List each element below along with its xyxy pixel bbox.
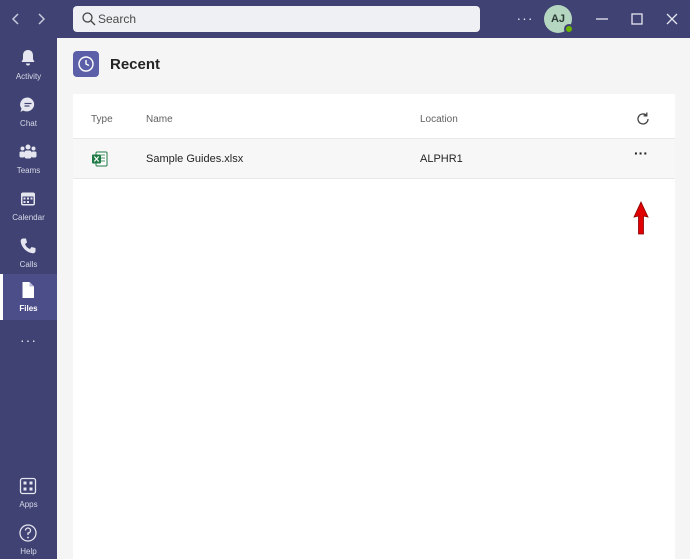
- bell-icon: [21, 50, 35, 66]
- help-icon: [19, 524, 37, 542]
- rail-item-help[interactable]: Help: [0, 517, 57, 559]
- more-options-button[interactable]: ···: [630, 146, 652, 163]
- teams-icon: [19, 144, 37, 159]
- rail-item-teams[interactable]: Teams: [0, 136, 57, 182]
- excel-icon: [92, 151, 108, 167]
- file-location: ALPHR1: [420, 153, 463, 165]
- rail-item-chat[interactable]: Chat: [0, 89, 57, 135]
- rail-item-files[interactable]: Files: [0, 274, 57, 320]
- back-button[interactable]: [6, 9, 26, 29]
- close-icon: [666, 13, 678, 25]
- phone-icon: [20, 238, 36, 254]
- column-header-name[interactable]: Name: [146, 114, 173, 125]
- rail-item-calendar[interactable]: Calendar: [0, 183, 57, 229]
- rail-item-apps[interactable]: Apps: [0, 470, 57, 516]
- column-header-type[interactable]: Type: [91, 114, 113, 125]
- refresh-icon[interactable]: [635, 111, 651, 127]
- clock-icon: [78, 56, 94, 72]
- search-placeholder: Search: [98, 12, 137, 26]
- presence-status-icon: [564, 24, 574, 34]
- column-header-location[interactable]: Location: [420, 114, 458, 125]
- chat-icon: [20, 97, 35, 112]
- rail-label: Apps: [19, 500, 38, 509]
- rail-label: Files: [19, 304, 38, 313]
- maximize-icon: [631, 13, 643, 25]
- maximize-button[interactable]: [627, 9, 647, 29]
- table-row[interactable]: Sample Guides.xlsx ALPHR1 ···: [73, 139, 675, 179]
- file-icon: [22, 282, 34, 298]
- title-bar: Search ··· AJ: [0, 0, 690, 38]
- chevron-left-icon: [11, 13, 19, 25]
- rail-item-calls[interactable]: Calls: [0, 230, 57, 276]
- apps-icon: [19, 477, 37, 495]
- page-title: Recent: [110, 56, 161, 73]
- recent-badge: [73, 51, 99, 77]
- rail-label: Teams: [16, 166, 41, 175]
- rail-label: Calendar: [12, 213, 45, 222]
- rail-label: Help: [20, 547, 37, 556]
- chevron-right-icon: [38, 13, 46, 25]
- search-icon: [82, 12, 96, 26]
- minimize-button[interactable]: [592, 9, 612, 29]
- close-button[interactable]: [662, 9, 682, 29]
- settings-more-button[interactable]: ···: [515, 8, 535, 28]
- avatar[interactable]: AJ: [544, 5, 574, 34]
- main-content: Recent Type Name Location Sample Guides.…: [57, 38, 690, 559]
- search-input[interactable]: Search: [73, 6, 480, 32]
- more-apps-button[interactable]: ···: [0, 332, 57, 348]
- rail-label: Activity: [15, 72, 42, 81]
- minimize-icon: [596, 18, 608, 20]
- rail-item-activity[interactable]: Activity: [0, 42, 57, 88]
- red-arrow-annotation: [633, 201, 649, 235]
- forward-button[interactable]: [31, 9, 51, 29]
- calendar-icon: [21, 192, 35, 206]
- rail-label: Chat: [20, 119, 37, 128]
- file-name[interactable]: Sample Guides.xlsx: [146, 153, 243, 165]
- app-rail: Activity Chat Teams Calendar Calls Files…: [0, 38, 57, 559]
- files-table: Type Name Location Sample Guides.xlsx AL…: [73, 94, 675, 559]
- avatar-initials: AJ: [550, 13, 566, 25]
- rail-label: Calls: [19, 260, 38, 269]
